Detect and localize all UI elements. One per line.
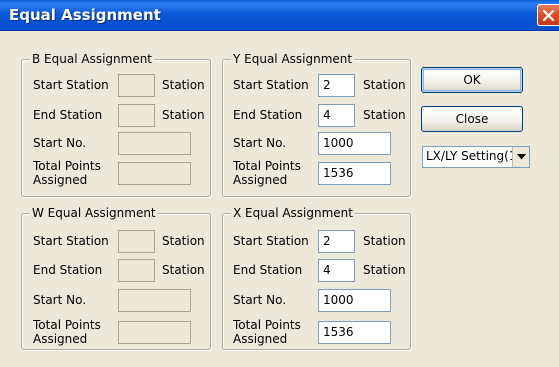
end-station-label: End Station — [33, 108, 103, 122]
w-start-station-field — [118, 230, 155, 253]
w-start-no-field — [118, 289, 191, 312]
setting-select-value: LX/LY Setting(1) — [426, 149, 522, 163]
start-station-label: Start Station — [233, 78, 309, 92]
station-unit-label: Station — [162, 108, 205, 122]
total-points-label-line1: Total Points — [233, 318, 301, 332]
end-station-label: End Station — [233, 108, 303, 122]
x-equal-assignment-group: X Equal Assignment Start Station 2 Stati… — [222, 206, 411, 350]
total-points-label-line2: Assigned — [33, 173, 88, 187]
total-points-label-line1: Total Points — [33, 318, 101, 332]
close-icon — [542, 9, 555, 22]
group-title: W Equal Assignment — [30, 206, 158, 220]
window-close-button[interactable] — [537, 4, 559, 26]
station-unit-label: Station — [363, 78, 406, 92]
w-equal-assignment-group: W Equal Assignment Start Station Station… — [21, 206, 211, 350]
w-total-points-field — [118, 321, 191, 344]
close-button[interactable]: Close — [421, 106, 523, 132]
station-unit-label: Station — [363, 108, 406, 122]
total-points-label-line2: Assigned — [233, 173, 288, 187]
b-start-no-field — [118, 132, 191, 155]
b-end-station-field — [118, 104, 155, 127]
group-title: Y Equal Assignment — [231, 52, 355, 66]
total-points-label-line2: Assigned — [33, 332, 88, 346]
b-equal-assignment-group: B Equal Assignment Start Station Station… — [21, 52, 211, 197]
y-start-station-input[interactable]: 2 — [318, 74, 355, 97]
y-start-no-input[interactable]: 1000 — [318, 132, 391, 155]
x-total-points-input[interactable]: 1536 — [318, 321, 391, 344]
group-title: B Equal Assignment — [30, 52, 155, 66]
station-unit-label: Station — [162, 234, 205, 248]
setting-select-dropdown-button[interactable] — [512, 147, 529, 167]
x-end-station-input[interactable]: 4 — [318, 259, 355, 282]
y-equal-assignment-group: Y Equal Assignment Start Station 2 Stati… — [222, 52, 411, 197]
station-unit-label: Station — [363, 263, 406, 277]
total-points-label-line2: Assigned — [233, 332, 288, 346]
station-unit-label: Station — [162, 263, 205, 277]
window-title: Equal Assignment — [9, 6, 161, 24]
x-start-station-input[interactable]: 2 — [318, 230, 355, 253]
x-start-no-input[interactable]: 1000 — [318, 289, 391, 312]
start-station-label: Start Station — [33, 234, 109, 248]
setting-select[interactable]: LX/LY Setting(1) — [422, 146, 530, 168]
group-title: X Equal Assignment — [231, 206, 355, 220]
b-total-points-field — [118, 162, 191, 185]
start-station-label: Start Station — [33, 78, 109, 92]
start-station-label: Start Station — [233, 234, 309, 248]
y-total-points-input[interactable]: 1536 — [318, 162, 391, 185]
station-unit-label: Station — [363, 234, 406, 248]
w-end-station-field — [118, 259, 155, 282]
y-end-station-input[interactable]: 4 — [318, 104, 355, 127]
station-unit-label: Station — [162, 78, 205, 92]
ok-button[interactable]: OK — [421, 67, 523, 93]
b-start-station-field — [118, 74, 155, 97]
start-no-label: Start No. — [233, 136, 287, 150]
start-no-label: Start No. — [33, 136, 87, 150]
title-bar: Equal Assignment — [0, 0, 559, 31]
total-points-label-line1: Total Points — [33, 159, 101, 173]
start-no-label: Start No. — [233, 293, 287, 307]
chevron-down-icon — [517, 154, 526, 160]
end-station-label: End Station — [33, 263, 103, 277]
end-station-label: End Station — [233, 263, 303, 277]
total-points-label-line1: Total Points — [233, 159, 301, 173]
start-no-label: Start No. — [33, 293, 87, 307]
